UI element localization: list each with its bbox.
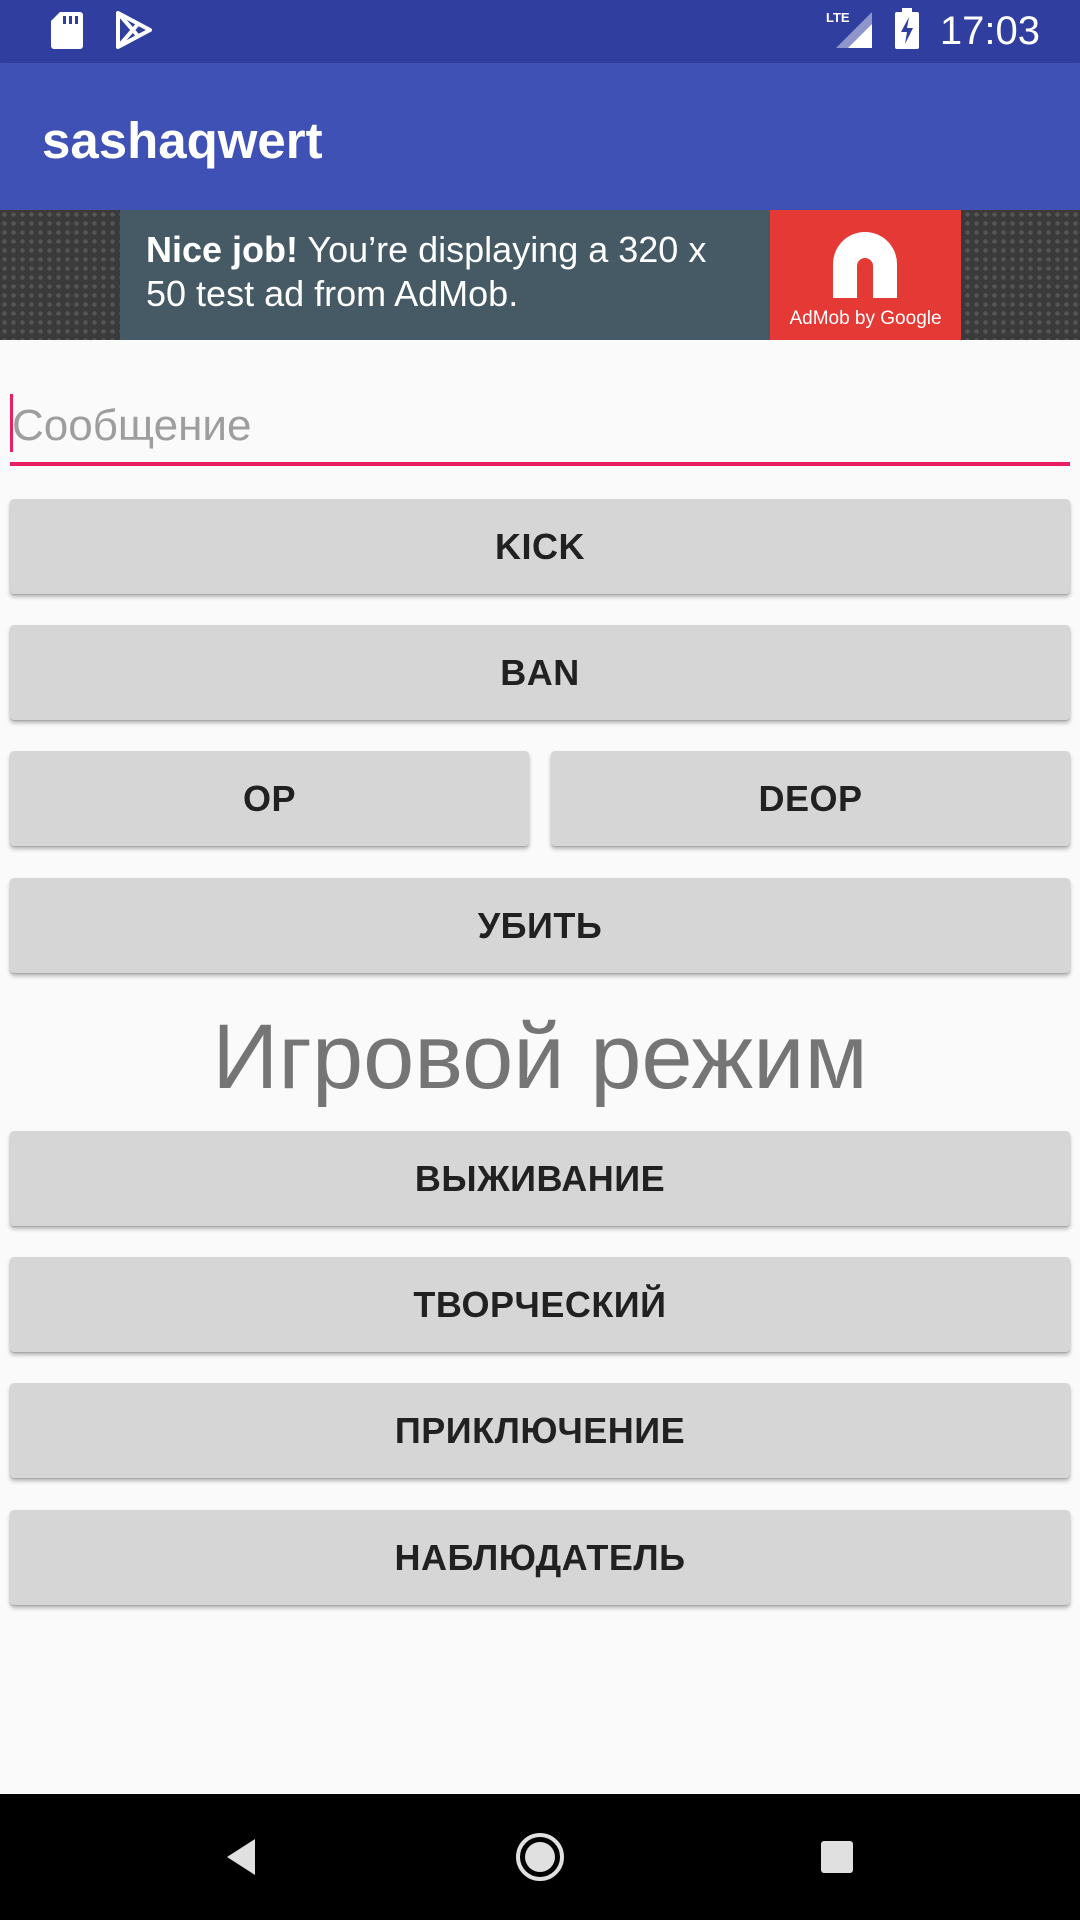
game-mode-heading: Игровой режим — [212, 1006, 868, 1108]
message-field[interactable] — [10, 390, 1070, 466]
kick-button[interactable]: KICK — [10, 499, 1070, 594]
input-underline — [10, 462, 1070, 466]
screen: LTE 17:03 sashaqwert Nice job! You’re di… — [0, 0, 1080, 1920]
ad-banner[interactable]: Nice job! You’re displaying a 320 x 50 t… — [120, 210, 961, 340]
app-title: sashaqwert — [42, 112, 323, 169]
app-bar: sashaqwert — [0, 63, 1080, 210]
ad-text: Nice job! You’re displaying a 320 x 50 t… — [146, 228, 746, 316]
svg-text:LTE: LTE — [826, 10, 850, 25]
status-time: 17:03 — [939, 9, 1040, 53]
kill-button[interactable]: УБИТЬ — [10, 878, 1070, 973]
navigation-bar — [0, 1794, 1080, 1920]
status-bar: LTE 17:03 — [0, 0, 1080, 63]
survival-button[interactable]: ВЫЖИВАНИЕ — [10, 1131, 1070, 1226]
admob-brand-text: AdMob by Google — [789, 308, 942, 329]
ban-button[interactable]: BAN — [10, 625, 1070, 720]
creative-button[interactable]: ТВОРЧЕСКИЙ — [10, 1257, 1070, 1352]
spectator-button[interactable]: НАБЛЮДАТЕЛЬ — [10, 1510, 1070, 1605]
admob-logo: AdMob by Google — [770, 210, 961, 340]
play-store-icon — [114, 10, 154, 55]
battery-charging-icon — [894, 8, 920, 55]
deop-button[interactable]: DEOP — [551, 751, 1070, 846]
back-icon[interactable] — [208, 1824, 274, 1890]
ad-headline: Nice job! — [146, 229, 299, 270]
home-icon[interactable] — [507, 1824, 573, 1890]
admob-icon — [825, 224, 905, 309]
status-right-icons: LTE 17:03 — [826, 0, 1040, 63]
text-cursor — [10, 394, 13, 452]
lte-signal-icon: LTE — [826, 8, 874, 55]
sd-card-icon — [50, 10, 84, 55]
message-input[interactable] — [10, 390, 1070, 462]
adventure-button[interactable]: ПРИКЛЮЧЕНИЕ — [10, 1383, 1070, 1478]
recents-icon[interactable] — [804, 1824, 870, 1890]
ad-container: Nice job! You’re displaying a 320 x 50 t… — [0, 210, 1080, 340]
status-left-icons — [50, 10, 154, 55]
op-button[interactable]: OP — [10, 751, 529, 846]
